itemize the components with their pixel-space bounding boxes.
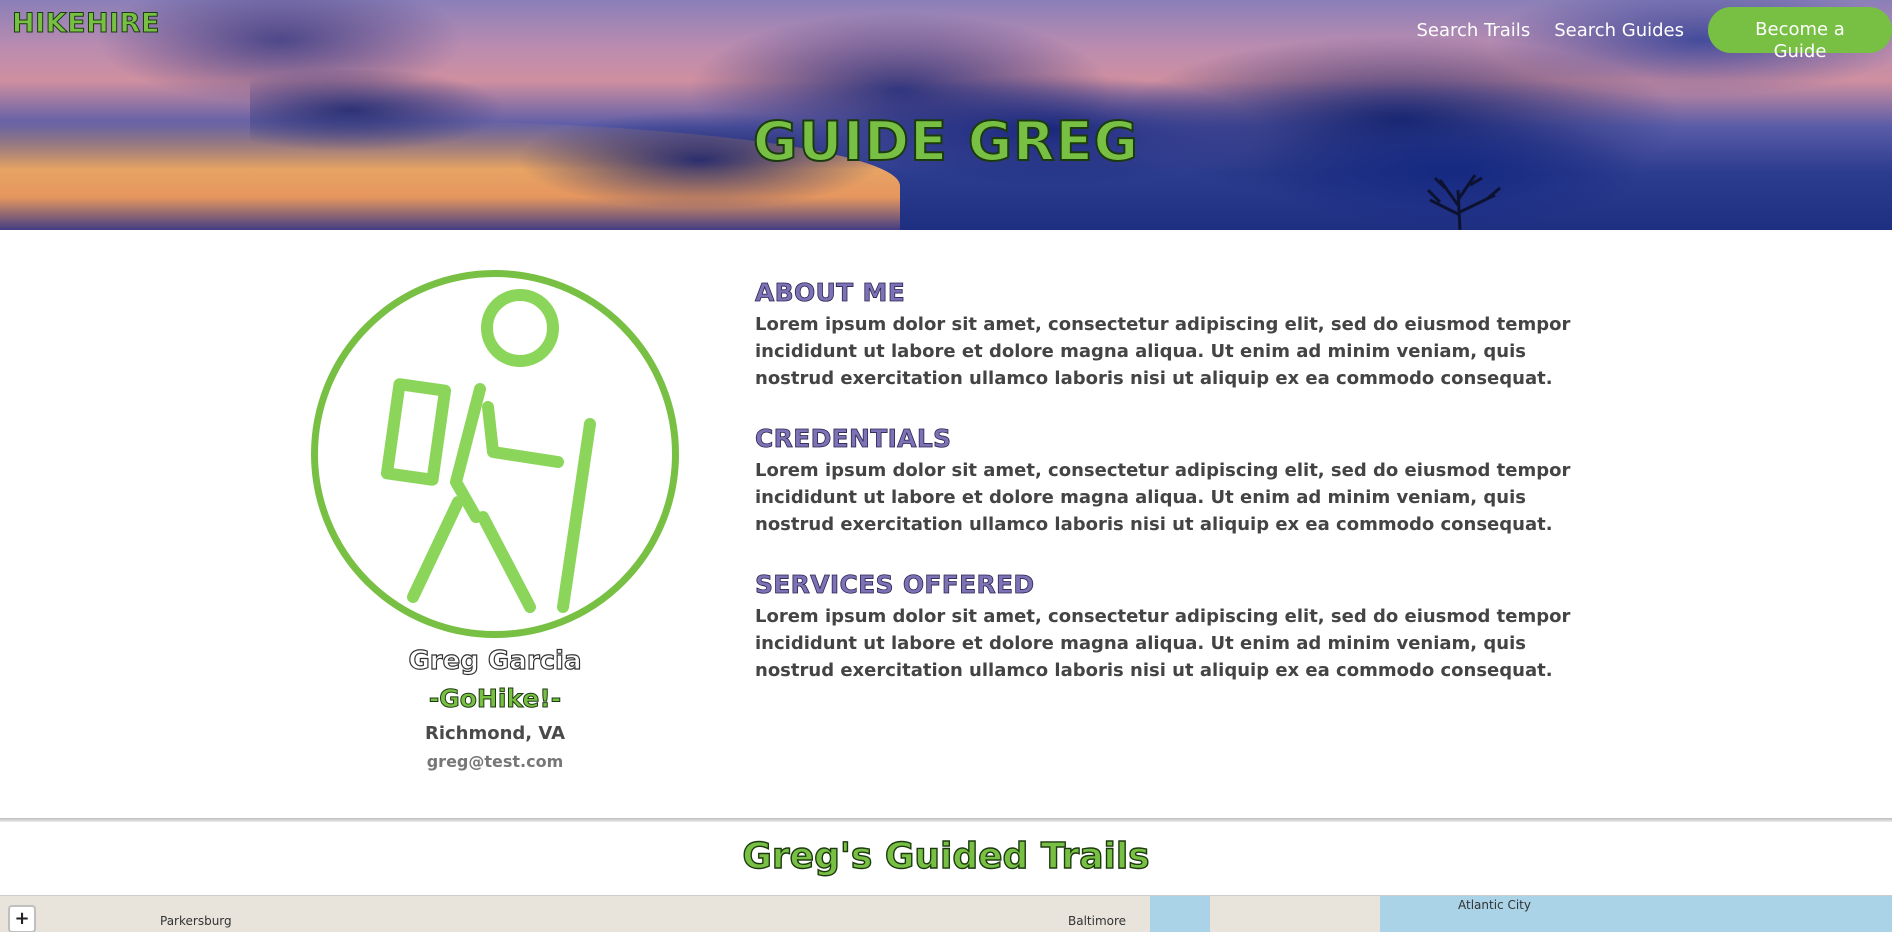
section-heading: ABOUT ME [755,278,906,308]
section-body: Lorem ipsum dolor sit amet, consectetur … [755,460,1571,535]
guide-details: ABOUT ME Lorem ipsum dolor sit amet, con… [755,278,1590,716]
section-body: Lorem ipsum dolor sit amet, consectetur … [755,314,1571,389]
guide-email[interactable]: greg@test.com [295,752,695,771]
map-water [1380,896,1892,932]
trails-title: Greg's Guided Trails [742,835,1151,877]
map-label: Atlantic City [1458,898,1531,912]
guide-location: Richmond, VA [424,723,566,744]
about-section: ABOUT ME Lorem ipsum dolor sit amet, con… [755,278,1590,392]
guide-profile: Greg Garcia -GoHike!- Richmond, VA greg@… [0,230,1892,820]
page-title: GUIDE GREG [752,109,1139,174]
map-water [1150,896,1210,932]
guide-name: Greg Garcia [408,645,582,676]
guide-summary: Greg Garcia -GoHike!- Richmond, VA greg@… [295,640,695,771]
credentials-section: CREDENTIALS Lorem ipsum dolor sit amet, … [755,424,1590,538]
nav-search-trails[interactable]: Search Trails [1416,20,1530,41]
services-section: SERVICES OFFERED Lorem ipsum dolor sit a… [755,570,1590,684]
trail-map[interactable]: Parkersburg Baltimore Atlantic City [0,895,1892,932]
main-nav: Search Trails Search Guides Become a Gui… [1416,7,1892,62]
become-guide-button[interactable]: Become a Guide [1708,7,1892,62]
nav-search-guides[interactable]: Search Guides [1554,20,1684,41]
section-divider [0,818,1892,822]
section-heading: SERVICES OFFERED [755,570,1035,600]
brand-logo[interactable]: HIKEHIRE [12,8,160,40]
section-heading: CREDENTIALS [755,424,952,454]
guide-tagline: -GoHike!- [428,684,562,714]
map-label: Parkersburg [160,914,232,928]
avatar [311,270,679,638]
map-zoom-in-button[interactable]: + [8,905,36,932]
shrub-silhouette-icon [1426,174,1501,230]
map-label: Baltimore [1068,914,1127,928]
hero-banner: HIKEHIRE Search Trails Search Guides Bec… [0,0,1892,230]
hiker-icon [380,289,596,613]
section-body: Lorem ipsum dolor sit amet, consectetur … [755,606,1571,681]
